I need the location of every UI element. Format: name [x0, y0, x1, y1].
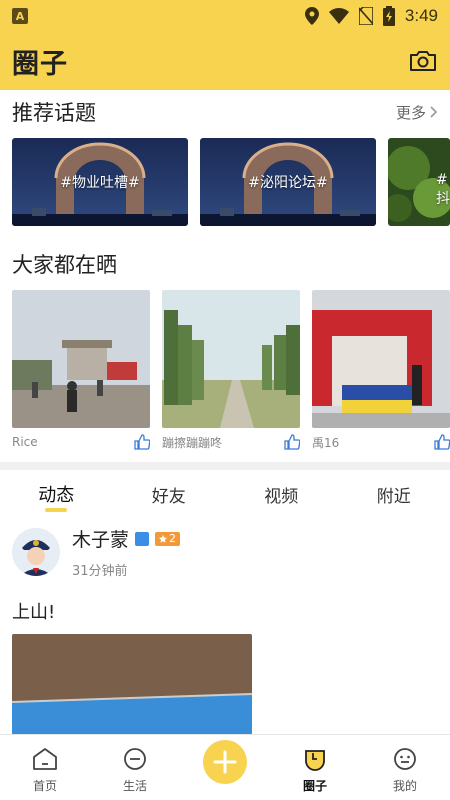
page-title: 圈子: [12, 48, 68, 80]
share-card[interactable]: 禹16: [312, 290, 450, 456]
camera-icon: [410, 51, 436, 71]
tab-nearby[interactable]: 附近: [338, 472, 450, 516]
star-icon: [159, 534, 168, 543]
tab-indicator: [45, 508, 68, 512]
post-header: 木子蒙 2 31分钟前: [0, 522, 450, 582]
share-card[interactable]: Rice: [12, 290, 150, 456]
app-bar: 圈子: [0, 32, 450, 90]
topic-label: #物业吐槽#: [60, 175, 140, 191]
section-divider: [0, 462, 450, 470]
life-icon: [124, 748, 146, 770]
nav-home[interactable]: 首页: [0, 735, 90, 800]
tab-video[interactable]: 视频: [225, 472, 338, 516]
avatar[interactable]: [12, 528, 60, 576]
nav-label: 首页: [32, 779, 57, 793]
share-meta: Rice: [12, 428, 150, 456]
status-bar: A 3:49: [0, 0, 450, 32]
shares-header: 大家都在晒: [0, 242, 450, 286]
thumbs-up-icon[interactable]: [434, 434, 450, 450]
nav-life[interactable]: 生活: [90, 735, 180, 800]
thumbs-up-icon[interactable]: [134, 434, 150, 450]
post-name-row: 木子蒙 2: [72, 525, 181, 552]
post-author[interactable]: 木子蒙: [72, 525, 129, 552]
nav-label: 生活: [122, 779, 147, 793]
share-username: Rice: [12, 435, 38, 449]
profile-icon: [394, 748, 416, 770]
share-card[interactable]: 蹦擦蹦蹦咚: [162, 290, 300, 456]
tab-dynamic[interactable]: 动态: [0, 472, 113, 516]
share-meta: 蹦擦蹦蹦咚: [162, 428, 300, 456]
topic-card[interactable]: #泌阳论坛#: [200, 138, 376, 226]
feed-post[interactable]: 木子蒙 2 31分钟前 上山!: [0, 522, 450, 734]
share-photo: [162, 290, 300, 428]
post-photo[interactable]: [12, 634, 252, 734]
thumbs-up-icon[interactable]: [284, 434, 300, 450]
tab-label: 视频: [264, 486, 299, 507]
level-badge: 2: [155, 531, 181, 546]
nav-label: 我的: [392, 779, 417, 793]
share-username: 蹦擦蹦蹦咚: [162, 435, 223, 450]
clock: 3:49: [404, 6, 438, 25]
shares-title: 大家都在晒: [12, 253, 117, 277]
chevron-right-icon: [430, 106, 438, 118]
battery-charging-icon: [382, 6, 395, 26]
more-label: 更多: [395, 103, 426, 122]
topics-header: 推荐话题 更多: [0, 90, 450, 134]
shares-carousel[interactable]: Rice 蹦擦蹦蹦咚 禹16: [0, 286, 450, 456]
share-photo: [312, 290, 450, 428]
app-notification-icon: A: [12, 8, 28, 24]
tab-friends[interactable]: 好友: [113, 472, 226, 516]
no-sim-icon: [358, 7, 373, 25]
location-icon: [304, 7, 319, 25]
tab-label: 动态: [38, 485, 75, 506]
topic-carousel[interactable]: #物业吐槽# #泌阳论坛# #抖: [0, 138, 450, 230]
add-post-button[interactable]: [203, 740, 247, 784]
post-text: 上山!: [12, 602, 56, 623]
topic-card[interactable]: #抖: [388, 138, 450, 226]
topic-card[interactable]: #物业吐槽#: [12, 138, 188, 226]
share-username: 禹16: [312, 435, 340, 450]
share-photo: [12, 290, 150, 428]
wifi-icon: [328, 8, 349, 24]
post-timestamp: 31分钟前: [72, 564, 128, 579]
level-number: 2: [169, 531, 177, 545]
tab-label: 好友: [151, 486, 186, 507]
nav-me[interactable]: 我的: [360, 735, 450, 800]
post-user-info: 木子蒙 2 31分钟前: [72, 525, 181, 579]
topics-title: 推荐话题: [12, 101, 96, 125]
home-icon: [33, 748, 57, 770]
topic-label: #泌阳论坛#: [248, 175, 328, 191]
topic-label: #抖: [436, 172, 450, 207]
bottom-nav: 首页 生活 圈子 我的: [0, 734, 450, 800]
nav-label: 圈子: [302, 779, 327, 793]
circle-icon: [305, 750, 325, 771]
main-content[interactable]: 推荐话题 更多 #物业吐槽# #泌阳论坛# #抖 大家都在晒 Rice 蹦擦蹦蹦…: [0, 90, 450, 734]
share-meta: 禹16: [312, 428, 450, 456]
tab-label: 附近: [376, 486, 411, 507]
verified-badge-icon: [135, 531, 150, 546]
feed-tabs: 动态 好友 视频 附近: [0, 472, 450, 516]
camera-button[interactable]: [408, 46, 438, 76]
plus-icon: [213, 750, 237, 774]
nav-circle[interactable]: 圈子: [270, 735, 360, 800]
nav-add[interactable]: [180, 735, 270, 800]
more-topics-link[interactable]: 更多: [396, 102, 438, 123]
